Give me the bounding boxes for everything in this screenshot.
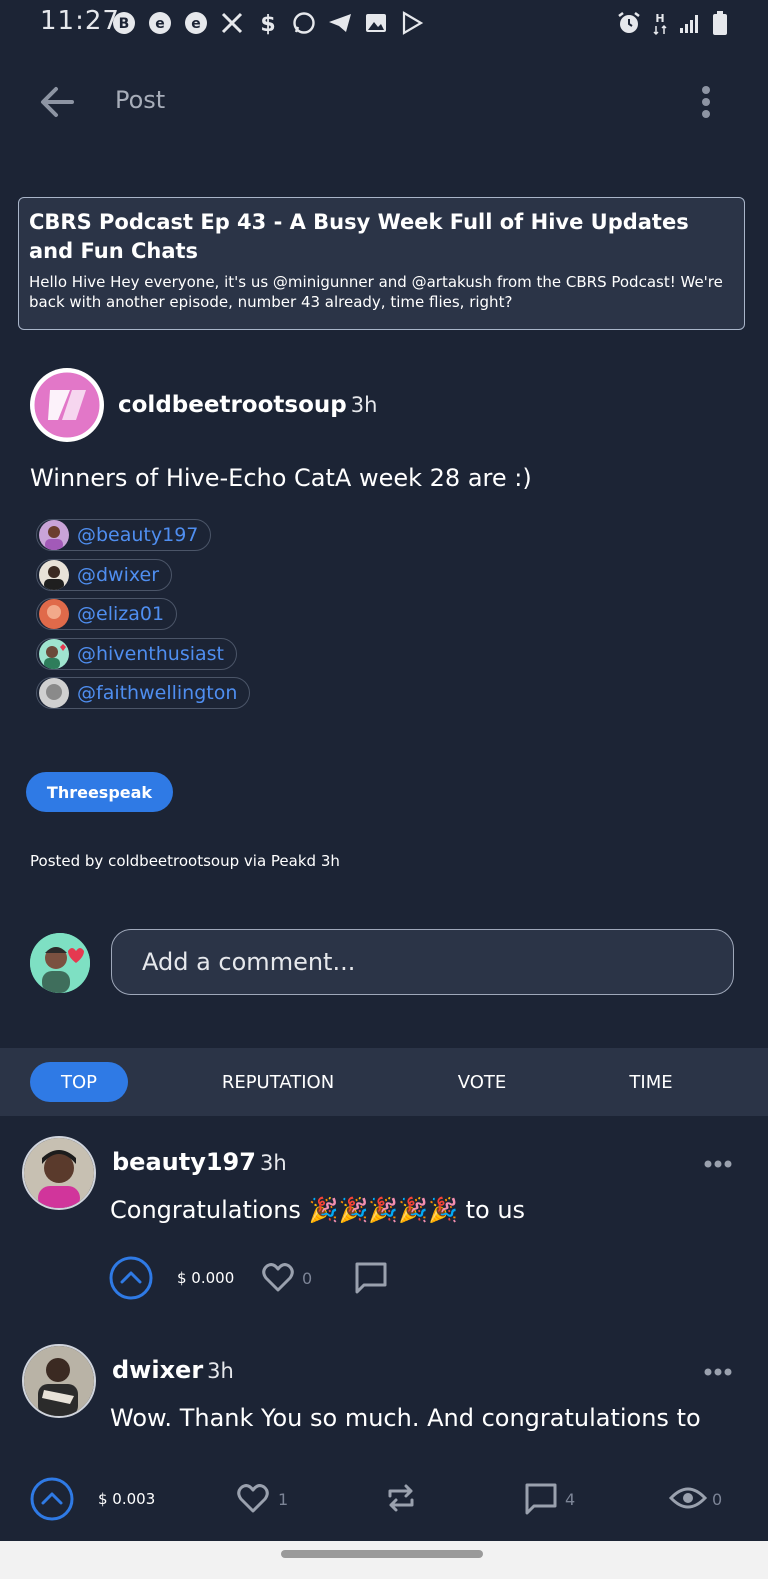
whatsapp-icon: [290, 9, 318, 37]
comment-author[interactable]: dwixer: [112, 1356, 203, 1384]
comment-text: Wow. Thank You so much. And congratulati…: [110, 1404, 701, 1432]
comment-payout: $ 0.000: [177, 1269, 235, 1287]
mention-text[interactable]: @beauty197: [77, 524, 198, 546]
svg-text:H: H: [655, 12, 664, 25]
x-icon: [218, 9, 246, 37]
bitcoin-icon: B: [110, 9, 138, 37]
page-title: Post: [115, 86, 166, 114]
mention-chip[interactable]: @hiventhusiast: [36, 638, 237, 670]
home-gesture-handle[interactable]: [281, 1550, 483, 1558]
heart-icon[interactable]: [262, 1262, 294, 1292]
post-upvote-icon[interactable]: [30, 1477, 74, 1521]
comment-author[interactable]: beauty197: [112, 1148, 256, 1176]
mention-chip[interactable]: @beauty197: [36, 519, 212, 551]
post-likes: 1: [278, 1490, 289, 1509]
comment-header: dwixer 3h: [112, 1356, 234, 1384]
more-vertical-icon[interactable]: [694, 82, 718, 122]
reblog-icon[interactable]: [385, 1482, 417, 1514]
parent-post-title: CBRS Podcast Ep 43 - A Busy Week Full of…: [29, 210, 689, 263]
mention-avatar: [39, 560, 69, 590]
sort-tab-reputation[interactable]: REPUTATION: [208, 1062, 348, 1102]
views-eye-icon: [669, 1484, 707, 1512]
comment-header: beauty197 3h: [112, 1148, 287, 1176]
post-author[interactable]: coldbeetrootsoup 3h: [118, 392, 377, 418]
parent-post-card[interactable]: CBRS Podcast Ep 43 - A Busy Week Full of…: [18, 197, 745, 330]
mention-text[interactable]: @hiventhusiast: [77, 643, 224, 665]
comment-likes: 0: [302, 1269, 313, 1288]
svg-text:e: e: [191, 16, 201, 32]
alarm-icon: [616, 10, 642, 36]
post-time: 3h: [350, 393, 378, 417]
mention-text[interactable]: @eliza01: [77, 603, 164, 625]
comment-time: 3h: [207, 1359, 234, 1383]
post-payout: $ 0.003: [98, 1490, 156, 1508]
battery-icon: [712, 10, 728, 36]
mention-chip[interactable]: @dwixer: [36, 559, 173, 591]
notification-icons: B e e $: [110, 8, 426, 38]
more-horizontal-icon[interactable]: [704, 1159, 732, 1169]
post-views: 0: [712, 1490, 723, 1509]
reply-icon[interactable]: [354, 1261, 388, 1295]
mention-avatar: [39, 520, 69, 550]
signal-icon: [678, 11, 702, 35]
comment-avatar[interactable]: [22, 1344, 96, 1418]
play-store-icon: [398, 9, 426, 37]
status-time: 11:27: [40, 6, 120, 36]
mention-chip[interactable]: @faithwellington: [36, 677, 251, 709]
post-comment-count: 4: [565, 1490, 576, 1509]
gallery-icon: [362, 9, 390, 37]
sort-tab-vote[interactable]: VOTE: [440, 1062, 524, 1102]
mention-chip[interactable]: @eliza01: [36, 598, 178, 630]
parent-post-excerpt: Hello Hive Hey everyone, it's us @minigu…: [29, 273, 723, 311]
mention-text[interactable]: @faithwellington: [77, 682, 237, 704]
mention-avatar: [39, 599, 69, 629]
comment-text: Congratulations 🎉🎉🎉🎉🎉 to us: [110, 1196, 526, 1224]
author-avatar[interactable]: [30, 368, 104, 442]
post-body: Winners of Hive-Echo CatA week 28 are :): [30, 464, 532, 492]
current-user-avatar: [30, 933, 90, 993]
system-icons: H: [616, 8, 728, 38]
post-comments-icon[interactable]: [524, 1482, 558, 1516]
svg-text:$: $: [260, 12, 275, 35]
more-horizontal-icon[interactable]: [704, 1367, 732, 1377]
back-arrow-icon[interactable]: [36, 82, 80, 122]
tag-button[interactable]: Threespeak: [26, 772, 173, 812]
upvote-icon[interactable]: [109, 1256, 153, 1300]
comment-avatar[interactable]: [22, 1136, 96, 1210]
mention-avatar: [39, 678, 69, 708]
network-h-icon: H: [652, 10, 668, 36]
posted-by: Posted by coldbeetrootsoup via Peakd 3h: [30, 852, 340, 870]
system-nav-bar: [0, 1541, 768, 1579]
svg-text:B: B: [119, 16, 130, 32]
mention-avatar: [39, 639, 69, 669]
dollar-icon: $: [254, 9, 282, 37]
e-icon: e: [146, 9, 174, 37]
mention-text[interactable]: @dwixer: [77, 564, 159, 586]
e-alt-icon: e: [182, 9, 210, 37]
telegram-icon: [326, 9, 354, 37]
sort-tab-time[interactable]: TIME: [610, 1062, 692, 1102]
comment-time: 3h: [259, 1151, 287, 1175]
sort-tab-top[interactable]: TOP: [30, 1062, 128, 1102]
post-heart-icon[interactable]: [237, 1483, 269, 1513]
post-author-name[interactable]: coldbeetrootsoup: [118, 392, 347, 418]
comment-input[interactable]: Add a comment...: [111, 929, 734, 995]
svg-text:e: e: [155, 16, 165, 32]
